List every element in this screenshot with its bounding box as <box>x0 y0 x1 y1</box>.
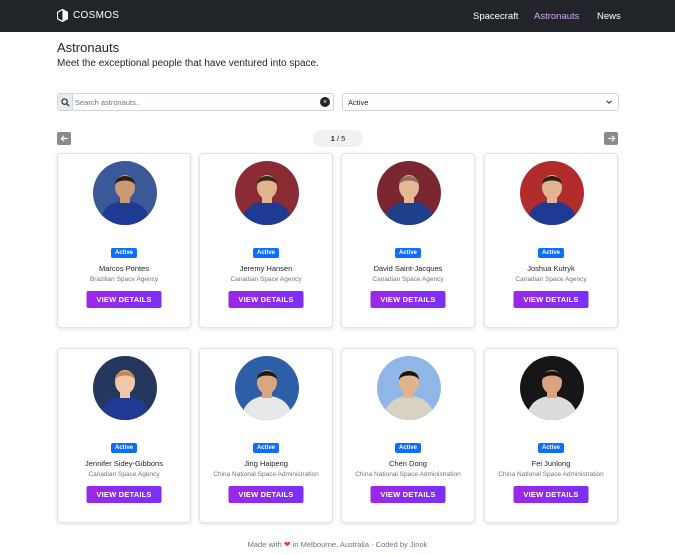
status-badge: Active <box>110 248 138 258</box>
astronaut-card: Active Fei Junlong China National Space Ad… <box>484 348 618 523</box>
astronaut-name: David Saint-Jacques <box>373 264 443 273</box>
view-details-button[interactable]: VIEW DETAILS <box>228 486 304 503</box>
astronaut-card: Active David Saint-Jacques Canadian Space … <box>341 153 475 328</box>
footer-suffix: in Melbourne, Australia · Coded by Jinok <box>292 540 428 549</box>
hexagon-logo-icon <box>57 9 68 22</box>
astronaut-name: Jing Haipeng <box>244 459 288 468</box>
astronaut-card: Active Joshua Kutryk Canadian Space Agency… <box>484 153 618 328</box>
astronaut-agency: Canadian Space Agency <box>372 276 444 283</box>
search-box: × <box>57 93 334 111</box>
chevron-down-icon <box>606 100 612 104</box>
astronaut-card: Active Chen Dong China National Space Admi… <box>341 348 475 523</box>
status-badge: Active <box>394 443 422 453</box>
search-icon <box>58 94 73 110</box>
nav-link-astronauts[interactable]: Astronauts <box>534 11 579 22</box>
astronaut-photo <box>377 356 441 420</box>
footer-prefix: Made with <box>247 540 282 549</box>
prev-page-button[interactable] <box>57 132 71 145</box>
astronaut-agency: China National Space Administration <box>213 471 319 478</box>
astronaut-photo <box>235 356 299 420</box>
astronaut-photo <box>93 161 157 225</box>
total-pages: 5 <box>341 134 346 143</box>
astronaut-agency: China National Space Administration <box>355 471 461 478</box>
astronaut-photo <box>377 161 441 225</box>
astronaut-photo <box>93 356 157 420</box>
search-input[interactable] <box>75 95 315 109</box>
status-filter-select[interactable]: Active <box>342 93 619 111</box>
astronaut-name: Joshua Kutryk <box>527 264 575 273</box>
status-badge: Active <box>537 248 565 258</box>
view-details-button[interactable]: VIEW DETAILS <box>228 291 304 308</box>
status-badge: Active <box>110 443 138 453</box>
footer: Made with ❤ in Melbourne, Australia · Co… <box>0 540 675 549</box>
astronaut-card: Active Jeremy Hansen Canadian Space Agency… <box>199 153 333 328</box>
view-details-button[interactable]: VIEW DETAILS <box>86 486 162 503</box>
page-indicator: 1 / 5 <box>313 130 363 147</box>
astronaut-card: Active Jennifer Sidey-Gibbons Canadian Spa… <box>57 348 191 523</box>
astronaut-agency: Brazilian Space Agency <box>89 276 159 283</box>
brand-name: COSMOS <box>73 10 120 21</box>
status-badge: Active <box>252 248 280 258</box>
status-badge: Active <box>394 248 422 258</box>
arrow-right-icon <box>607 135 615 142</box>
clear-search-icon[interactable]: × <box>320 97 330 107</box>
astronaut-name: Chen Dong <box>389 459 427 468</box>
navbar: COSMOS Spacecraft Astronauts News <box>0 0 675 32</box>
view-details-button[interactable]: VIEW DETAILS <box>513 486 589 503</box>
heart-icon: ❤ <box>283 540 291 549</box>
page-title: Astronauts <box>57 40 120 55</box>
astronaut-name: Jeremy Hansen <box>239 264 293 273</box>
astronaut-agency: Canadian Space Agency <box>88 471 160 478</box>
astronaut-card: Active Marcos Pontes Brazilian Space Agenc… <box>57 153 191 328</box>
status-badge: Active <box>252 443 280 453</box>
astronaut-photo <box>520 356 584 420</box>
astronaut-agency: Canadian Space Agency <box>230 276 302 283</box>
status-badge: Active <box>537 443 565 453</box>
arrow-left-icon <box>60 135 68 142</box>
astronaut-agency: Canadian Space Agency <box>515 276 587 283</box>
nav-link-spacecraft[interactable]: Spacecraft <box>473 11 518 22</box>
astronaut-card: Active Jing Haipeng China National Space A… <box>199 348 333 523</box>
page-subtitle: Meet the exceptional people that have ve… <box>57 58 319 69</box>
view-details-button[interactable]: VIEW DETAILS <box>513 291 589 308</box>
astronaut-name: Marcos Pontes <box>98 264 150 273</box>
astronaut-photo <box>235 161 299 225</box>
astronaut-name: Fei Junlong <box>531 459 571 468</box>
nav-link-news[interactable]: News <box>597 11 621 22</box>
view-details-button[interactable]: VIEW DETAILS <box>370 486 446 503</box>
astronaut-photo <box>520 161 584 225</box>
view-details-button[interactable]: VIEW DETAILS <box>370 291 446 308</box>
status-filter-value: Active <box>348 98 369 107</box>
next-page-button[interactable] <box>604 132 618 145</box>
brand-logo[interactable]: COSMOS <box>57 9 119 22</box>
view-details-button[interactable]: VIEW DETAILS <box>86 291 162 308</box>
astronaut-agency: China National Space Administration <box>498 471 604 478</box>
astronaut-name: Jennifer Sidey-Gibbons <box>85 459 163 468</box>
